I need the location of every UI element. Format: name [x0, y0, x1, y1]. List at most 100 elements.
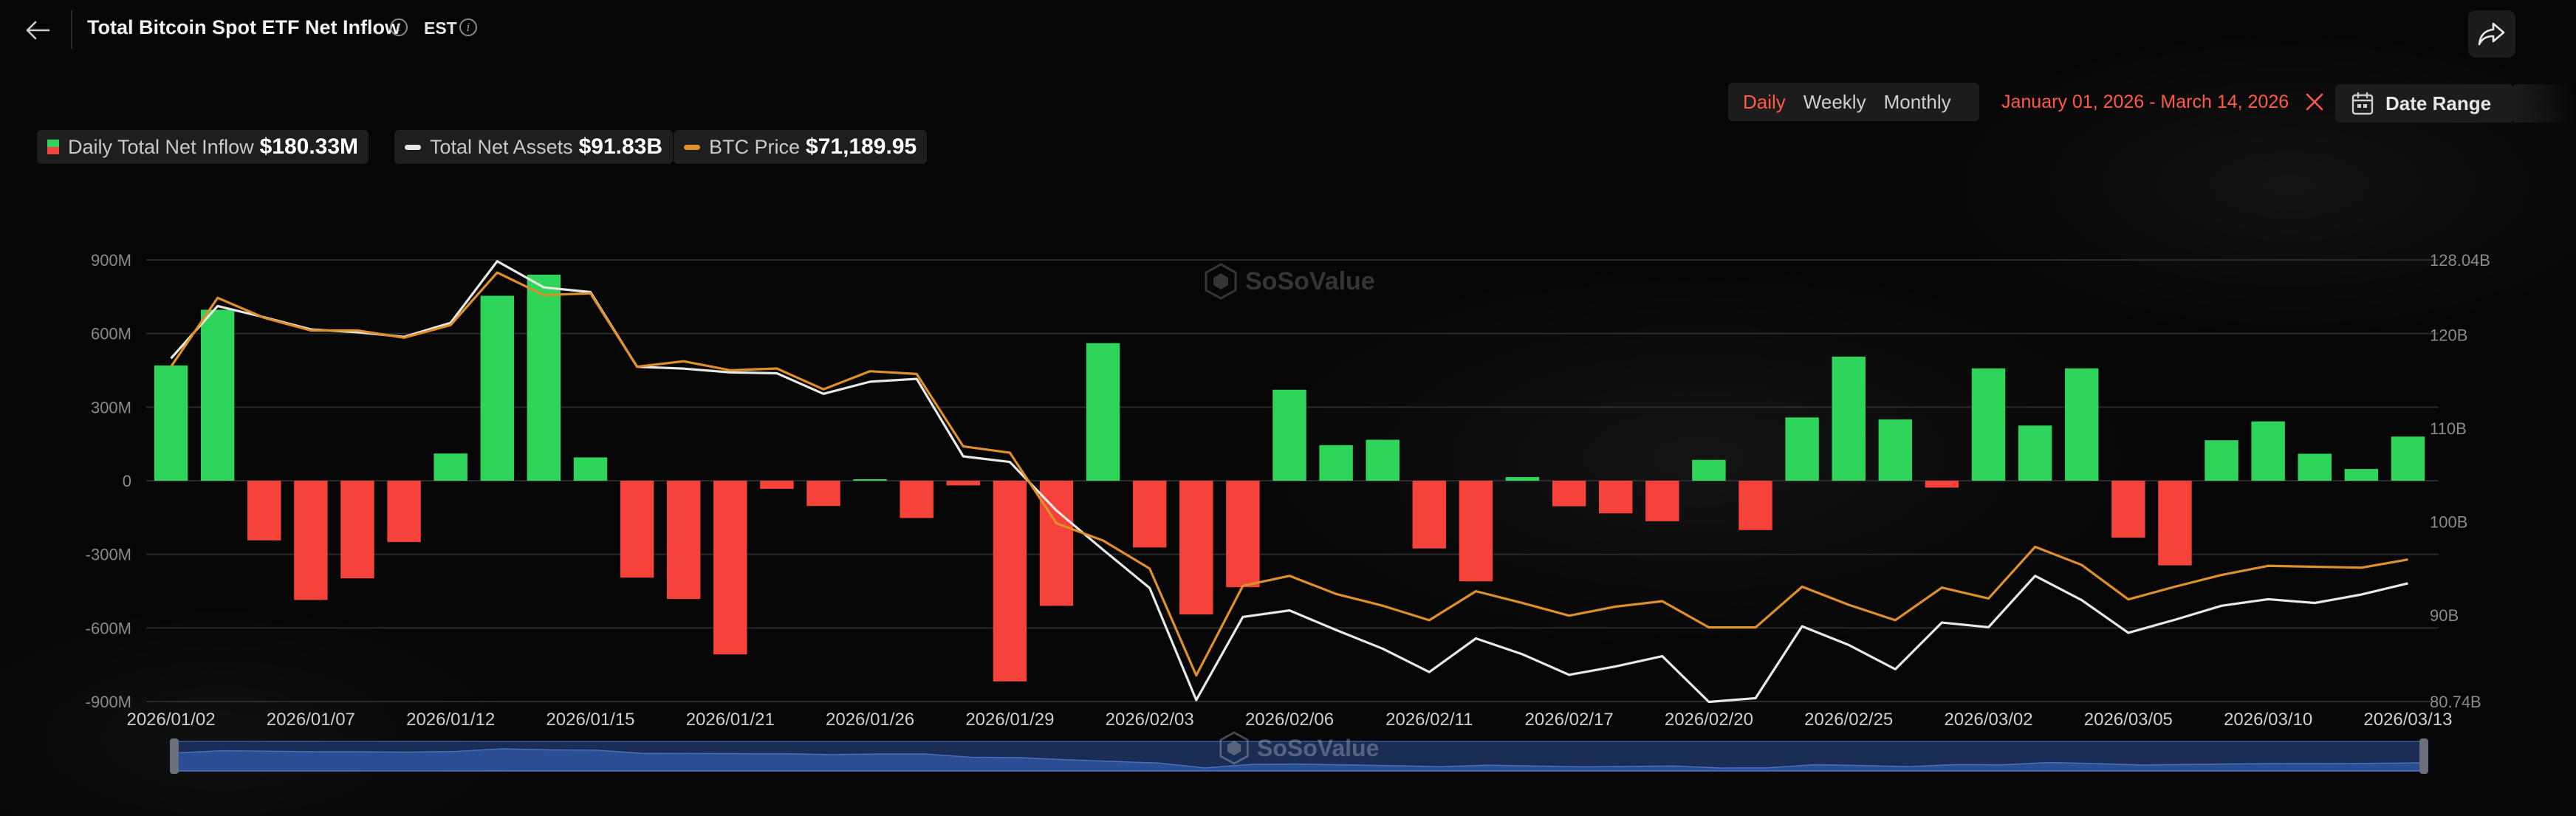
- inflow-bar: [946, 481, 981, 486]
- x-tick-label: 2026/02/25: [1804, 710, 1893, 730]
- title-info-icon[interactable]: i: [390, 18, 408, 36]
- inflow-bar: [294, 481, 328, 600]
- inflow-bar: [2298, 453, 2332, 481]
- inflow-bar: [1878, 419, 1913, 481]
- legend-total-net-assets[interactable]: Total Net Assets $91.83B: [394, 130, 674, 164]
- inflow-bar: [2018, 425, 2052, 481]
- timezone-label: EST: [424, 18, 457, 38]
- x-tick-label: 2026/01/12: [406, 710, 495, 730]
- inflow-bar: [2065, 368, 2099, 481]
- clear-date-range-button[interactable]: [2303, 90, 2326, 114]
- inflow-bar: [1552, 481, 1586, 507]
- line-swatch-icon: [405, 144, 421, 150]
- x-tick-label: 2026/02/06: [1245, 710, 1334, 730]
- inflow-bar: [1319, 445, 1353, 481]
- inflow-bar: [1692, 459, 1726, 481]
- inflow-bar: [1832, 356, 1866, 481]
- inflow-bar: [154, 365, 188, 481]
- inflow-bar: [340, 481, 374, 579]
- x-tick-label: 2026/02/20: [1665, 710, 1753, 730]
- y-left-tick-label: 300M: [91, 398, 131, 416]
- x-tick-label: 2026/02/03: [1106, 710, 1194, 730]
- y-left-tick-label: 600M: [91, 325, 131, 343]
- inflow-bar: [1179, 481, 1213, 615]
- inflow-bar: [2111, 481, 2145, 538]
- legend-btc-price[interactable]: BTC Price $71,189.95: [674, 130, 928, 164]
- inflow-bar: [993, 481, 1027, 682]
- share-icon: [2478, 22, 2505, 46]
- y-left-tick-label: 0: [123, 472, 131, 490]
- legend-value: $91.83B: [578, 134, 663, 159]
- divider: [71, 10, 72, 49]
- inflow-bar: [2344, 469, 2379, 481]
- inflow-bar: [1971, 368, 2006, 481]
- chart-watermark: SoSoValue: [1204, 263, 1375, 300]
- x-tick-label: 2026/03/02: [1944, 710, 2032, 730]
- inflow-bar: [1226, 481, 1260, 588]
- legend-daily-net-inflow[interactable]: Daily Total Net Inflow $180.33M: [37, 130, 369, 164]
- y-right-tick-label: 80.74B: [2430, 693, 2481, 711]
- y-right-tick-label: 110B: [2430, 419, 2467, 438]
- inflow-bar: [1505, 477, 1540, 481]
- line-swatch-icon: [684, 144, 700, 150]
- inflow-bar: [1598, 481, 1633, 514]
- navigator-left-handle[interactable]: [170, 738, 179, 774]
- y-right-tick-label: 128.04B: [2430, 251, 2490, 270]
- inflow-bar: [1785, 417, 1819, 481]
- navigator-watermark: SoSoValue: [1219, 731, 1379, 765]
- x-tick-label: 2026/01/21: [686, 710, 775, 730]
- x-tick-label: 2026/01/26: [826, 710, 914, 730]
- y-left-tick-label: 900M: [91, 251, 131, 270]
- inflow-bar: [2205, 440, 2238, 481]
- period-daily-button[interactable]: Daily: [1734, 91, 1795, 114]
- close-icon: [2306, 93, 2323, 111]
- x-tick-label: 2026/03/05: [2084, 710, 2173, 730]
- date-range-label: Date Range: [2385, 92, 2492, 114]
- top-bar: Total Bitcoin Spot ETF Net Inflow i EST …: [0, 0, 2576, 59]
- inflow-bar: [1366, 439, 1400, 481]
- x-tick-label: 2026/01/29: [965, 710, 1054, 730]
- inflow-bar: [2158, 481, 2192, 566]
- inflow-bar: [713, 481, 747, 655]
- date-range-fade: [2514, 84, 2576, 123]
- x-tick-label: 2026/01/15: [546, 710, 634, 730]
- inflow-bar: [2251, 421, 2285, 481]
- inflow-bar: [1132, 481, 1167, 548]
- inflow-bar: [1459, 481, 1493, 582]
- x-tick-label: 2026/03/13: [2363, 710, 2452, 730]
- y-right-tick-label: 120B: [2430, 326, 2467, 345]
- inflow-bar: [2391, 436, 2425, 481]
- inflow-bar: [1086, 343, 1120, 481]
- inflow-bar: [1412, 481, 1447, 549]
- inflow-bar: [1272, 389, 1306, 481]
- period-weekly-button[interactable]: Weekly: [1795, 91, 1875, 114]
- inflow-bar: [853, 479, 887, 481]
- x-tick-label: 2026/03/10: [2224, 710, 2312, 730]
- page-title: Total Bitcoin Spot ETF Net Inflow: [87, 16, 400, 38]
- navigator-right-handle[interactable]: [2419, 738, 2428, 774]
- inflow-bar: [387, 481, 421, 543]
- y-left-tick-label: -900M: [86, 693, 131, 711]
- y-right-tick-label: 100B: [2430, 513, 2467, 532]
- y-left-tick-label: -600M: [86, 619, 131, 637]
- arrow-left-icon: [26, 21, 50, 40]
- back-button[interactable]: [19, 12, 56, 49]
- period-toggle: Daily Weekly Monthly: [1728, 83, 1979, 121]
- legend-name: Total Net Assets: [430, 135, 573, 158]
- y-right-tick-label: 90B: [2430, 606, 2459, 625]
- etf-flow-chart[interactable]: 900M 600M 300M 0 -300M -600M -900M 128.04B 120B 1…: [0, 222, 2576, 798]
- date-range-button[interactable]: Date Range: [2335, 84, 2514, 123]
- legend-value: $180.33M: [259, 134, 359, 159]
- inflow-bar: [1739, 481, 1772, 530]
- sosovalue-logo-icon: [1205, 263, 1237, 300]
- legend-value: $71,189.95: [806, 134, 917, 159]
- x-tick-label: 2026/02/11: [1385, 710, 1473, 730]
- y-left-tick-label: -300M: [86, 546, 131, 564]
- x-tick-label: 2026/01/07: [267, 710, 355, 730]
- share-button[interactable]: [2468, 10, 2515, 58]
- inflow-bar: [480, 295, 514, 481]
- timezone-info-icon[interactable]: i: [459, 18, 477, 36]
- period-monthly-button[interactable]: Monthly: [1875, 91, 1960, 114]
- inflow-bar: [527, 274, 561, 481]
- inflow-bar: [1645, 481, 1679, 521]
